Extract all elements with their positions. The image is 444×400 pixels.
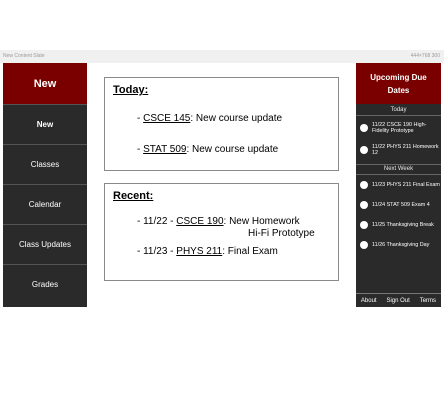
- nav-item-calendar[interactable]: Calendar: [3, 184, 87, 224]
- today-card: Today: - CSCE 145: New course update - S…: [104, 77, 339, 171]
- course-link-csce-190[interactable]: CSCE 190: [176, 216, 223, 227]
- radio-button[interactable]: [360, 146, 368, 154]
- app-window: New New Classes Calendar Class Updates G…: [0, 63, 444, 307]
- section-divider: [356, 174, 441, 175]
- recent-item-text: : New Homework: [223, 216, 300, 227]
- nav-header: New: [3, 63, 87, 104]
- today-section-label: Today: [390, 107, 407, 113]
- nav-item-classes[interactable]: Classes: [3, 144, 87, 184]
- next-week-section-label: Next Week: [383, 166, 414, 172]
- due-item[interactable]: 11/25 Thanksgiving Break: [360, 216, 440, 234]
- course-link-stat-509[interactable]: STAT 509: [143, 144, 186, 155]
- due-item-text: 11/26 Thanksgiving Day: [372, 241, 430, 248]
- browser-top-bar: New Content Slate 444×768 300: [0, 50, 444, 63]
- radio-button[interactable]: [360, 124, 368, 132]
- sign-out-link[interactable]: Sign Out: [386, 298, 409, 304]
- due-item[interactable]: 11/23 PHYS 211 Final Exam: [360, 176, 440, 194]
- radio-button[interactable]: [360, 241, 368, 249]
- course-link-phys-211[interactable]: PHYS 211: [176, 246, 222, 257]
- right-panel-footer: About Sign Out Terms: [356, 293, 441, 307]
- due-item[interactable]: 11/24 STAT 509 Exam 4: [360, 196, 440, 214]
- due-item[interactable]: 11/26 Thanksgiving Day: [360, 236, 440, 254]
- recent-item-text: : Final Exam: [222, 246, 278, 257]
- top-bar-left-text: New Content Slate: [3, 53, 45, 59]
- recent-card: Recent: - 11/22 - CSCE 190: New Homework…: [104, 183, 339, 281]
- due-item-text: 11/24 STAT 509 Exam 4: [372, 201, 430, 208]
- recent-item-continuation: Hi-Fi Prototype: [248, 228, 315, 239]
- due-item-text: 11/22 CSCE 190 High-Fidelity Prototype: [372, 121, 427, 134]
- recent-item: - 11/22 - CSCE 190: New Homework: [137, 216, 300, 227]
- nav-item-new[interactable]: New: [3, 104, 87, 144]
- recent-item: - 11/23 - PHYS 211: Final Exam: [137, 246, 278, 257]
- upcoming-due-header: Upcoming Due Dates: [356, 63, 441, 104]
- due-item[interactable]: 11/22 CSCE 190 High-Fidelity Prototype: [360, 119, 440, 137]
- section-divider: [356, 164, 441, 165]
- course-link-csce-145[interactable]: CSCE 145: [143, 113, 190, 124]
- about-link[interactable]: About: [361, 298, 377, 304]
- due-item-text: 11/23 PHYS 211 Final Exam: [372, 181, 440, 188]
- today-item: - CSCE 145: New course update: [137, 113, 282, 124]
- recent-item-prefix: - 11/23 -: [137, 246, 177, 257]
- upcoming-due-panel: Upcoming Due Dates Today 11/22 CSCE 190 …: [356, 63, 441, 307]
- today-item-text: : New course update: [190, 113, 283, 124]
- recent-item-prefix: - 11/22 -: [137, 216, 177, 227]
- nav-item-class-updates[interactable]: Class Updates: [3, 224, 87, 264]
- radio-button[interactable]: [360, 181, 368, 189]
- today-item-text: : New course update: [186, 144, 279, 155]
- today-item: - STAT 509: New course update: [137, 144, 278, 155]
- radio-button[interactable]: [360, 221, 368, 229]
- left-nav: New New Classes Calendar Class Updates G…: [3, 63, 87, 307]
- today-title: Today:: [113, 84, 149, 96]
- section-divider: [356, 115, 441, 116]
- top-bar-right-text: 444×768 300: [410, 53, 440, 59]
- nav-item-grades[interactable]: Grades: [3, 264, 87, 304]
- due-item[interactable]: 11/22 PHYS 211 Homework 12: [360, 141, 440, 159]
- terms-link[interactable]: Terms: [420, 298, 436, 304]
- radio-button[interactable]: [360, 201, 368, 209]
- due-item-text: 11/25 Thanksgiving Break: [372, 221, 434, 228]
- recent-title: Recent:: [113, 190, 154, 202]
- due-item-text: 11/22 PHYS 211 Homework 12: [372, 143, 439, 156]
